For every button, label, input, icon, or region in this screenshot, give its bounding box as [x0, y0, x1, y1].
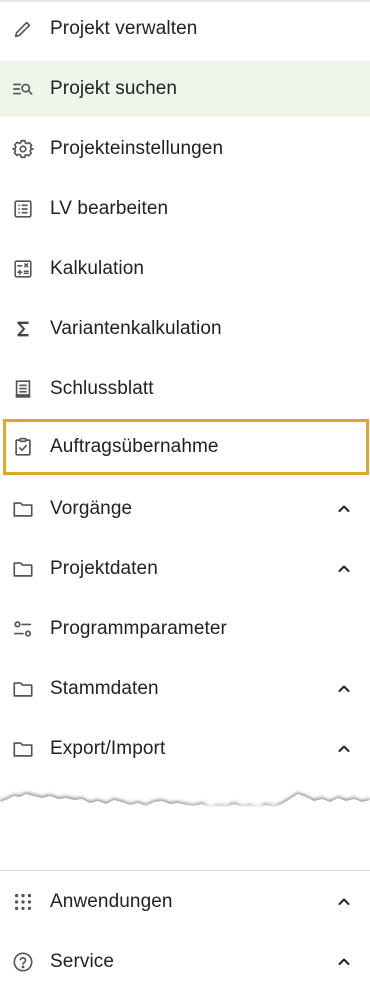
gear-icon [11, 137, 35, 161]
nav-item-label: Anwendungen [50, 891, 173, 912]
nav-item-label: Projektdaten [50, 558, 158, 579]
chevron-up-icon[interactable] [336, 501, 352, 517]
calculator-icon [11, 257, 35, 281]
nav-item-label: Projekt suchen [50, 78, 178, 99]
nav-item-anwendungen[interactable]: Anwendungen [0, 874, 370, 930]
nav-item-label: Stammdaten [50, 678, 159, 699]
nav-item-label: Programmparameter [50, 618, 227, 639]
folder-icon [11, 737, 35, 761]
nav-item-label: Projekt verwalten [50, 18, 198, 39]
sigma-icon [11, 317, 35, 341]
chevron-up-icon[interactable] [336, 681, 352, 697]
nav-item-auftragsuebernahme[interactable]: Auftragsübernahme [3, 419, 369, 475]
nav-item-projekt-suchen[interactable]: Projekt suchen [0, 61, 370, 117]
nav-item-kalkulation[interactable]: Kalkulation [0, 241, 370, 297]
clipboard-check-icon [11, 435, 35, 459]
chevron-up-icon[interactable] [336, 561, 352, 577]
chevron-up-icon[interactable] [336, 954, 352, 970]
nav-item-label: Export/Import [50, 738, 166, 759]
folder-icon [11, 497, 35, 521]
help-circle-icon [11, 950, 35, 974]
bottom-divider [0, 870, 370, 871]
nav-item-stammdaten[interactable]: Stammdaten [0, 661, 370, 717]
nav-item-schlussblatt[interactable]: Schlussblatt [0, 361, 370, 417]
apps-grid-icon [11, 890, 35, 914]
nav-item-label: Auftragsübernahme [50, 436, 219, 457]
nav-item-projekt-verwalten[interactable]: Projekt verwalten [0, 1, 370, 57]
chevron-up-icon[interactable] [336, 894, 352, 910]
nav-item-vorgaenge[interactable]: Vorgänge [0, 481, 370, 537]
nav-item-label: Vorgänge [50, 498, 133, 519]
nav-item-projekteinstellungen[interactable]: Projekteinstellungen [0, 121, 370, 177]
nav-item-label: Variantenkalkulation [50, 318, 222, 339]
pencil-icon [11, 17, 35, 41]
nav-item-label: Schlussblatt [50, 378, 154, 399]
receipt-icon [11, 377, 35, 401]
nav-item-label: Projekteinstellungen [50, 138, 224, 159]
sliders-icon [11, 617, 35, 641]
nav-item-service[interactable]: Service [0, 934, 370, 986]
folder-icon [11, 557, 35, 581]
nav-item-programmparameter[interactable]: Programmparameter [0, 601, 370, 657]
nav-item-lv-bearbeiten[interactable]: LV bearbeiten [0, 181, 370, 237]
nav-item-label: Service [50, 951, 115, 972]
nav-item-label: LV bearbeiten [50, 198, 169, 219]
folder-icon [11, 677, 35, 701]
nav-item-variantenkalkulation[interactable]: Variantenkalkulation [0, 301, 370, 357]
nav-item-projektdaten[interactable]: Projektdaten [0, 541, 370, 597]
list-doc-icon [11, 197, 35, 221]
navigation-sidebar: Projekt verwalten Projekt suchen Projekt… [0, 0, 370, 986]
nav-item-export-import[interactable]: Export/Import [0, 721, 370, 777]
chevron-up-icon[interactable] [336, 741, 352, 757]
nav-item-label: Kalkulation [50, 258, 145, 279]
torn-edge-separator [0, 792, 370, 830]
list-search-icon [11, 77, 35, 101]
